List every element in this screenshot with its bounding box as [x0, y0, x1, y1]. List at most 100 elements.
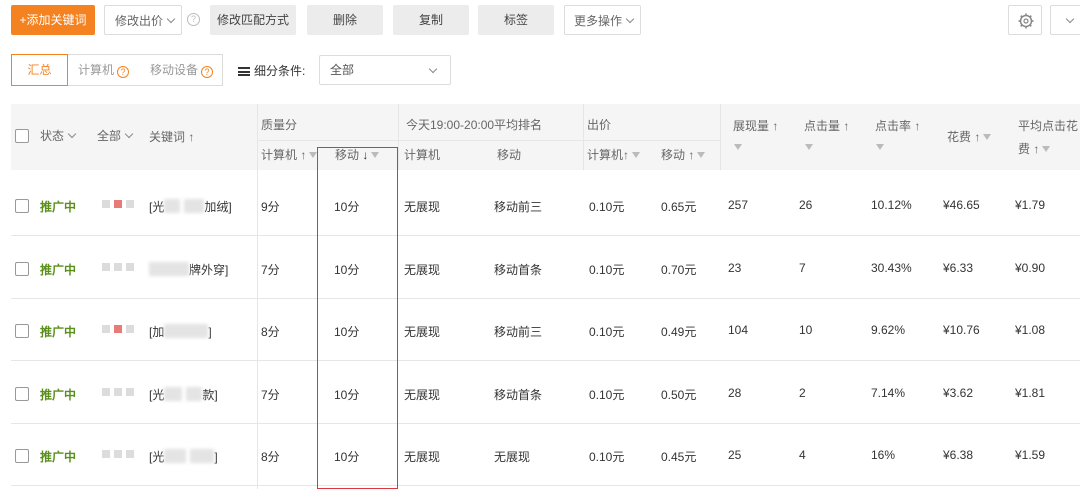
filter-icon[interactable]	[697, 152, 706, 158]
clicks-cell: 10	[799, 323, 813, 337]
more-actions-dropdown[interactable]: 更多操作	[564, 5, 641, 35]
delete-button[interactable]: 删除	[307, 5, 383, 35]
status-badge[interactable]: 推广中	[40, 448, 76, 465]
bid-pc-cell[interactable]: 0.10元	[589, 386, 624, 403]
status-column-header[interactable]: 状态	[40, 127, 77, 144]
tab-summary[interactable]: 汇总	[11, 54, 68, 86]
segment-select-value: 全部	[330, 63, 355, 77]
avg-cpc-cell: ¥0.90	[1015, 261, 1046, 275]
bid-mobile-cell[interactable]: 0.50元	[661, 386, 696, 403]
expand-dropdown[interactable]	[1050, 5, 1080, 35]
bid-mobile-cell[interactable]: 0.70元	[661, 261, 696, 278]
gear-icon	[1018, 13, 1034, 29]
filter-icon[interactable]	[805, 140, 813, 154]
row-checkbox[interactable]	[15, 449, 29, 463]
keyword-cell[interactable]: [光 加绒]	[149, 198, 232, 215]
bid-pc-cell[interactable]: 0.10元	[589, 261, 624, 278]
bid-pc-cell[interactable]: 0.10元	[589, 323, 624, 340]
filter-icon[interactable]	[734, 140, 742, 154]
modify-bid-dropdown[interactable]: 修改出价	[104, 5, 182, 35]
avg-cpc-header-line2[interactable]: 费 ↑	[1018, 140, 1051, 157]
impressions-header[interactable]: 展现量 ↑	[733, 117, 778, 134]
tag-square-icon[interactable]	[114, 325, 122, 333]
keyword-cell[interactable]: 牌外穿]	[149, 261, 228, 278]
avg-cpc-cell: ¥1.81	[1015, 386, 1046, 400]
bid-mobile-cell[interactable]: 0.45元	[661, 448, 696, 465]
sort-up-icon: ↑	[688, 148, 695, 162]
keyword-cell[interactable]: [光]	[149, 448, 218, 465]
row-divider	[11, 485, 1080, 486]
status-badge[interactable]: 推广中	[40, 386, 76, 403]
rank-pc-cell: 无展现	[404, 263, 441, 277]
tag-square-icon[interactable]	[102, 450, 110, 458]
help-icon[interactable]: ?	[117, 66, 130, 78]
add-keyword-button[interactable]: +添加关键词	[11, 5, 95, 35]
filter-icon[interactable]	[632, 152, 641, 158]
cost-header[interactable]: 花费 ↑	[947, 128, 992, 145]
keyword-suffix: 款]	[202, 388, 218, 402]
quality-mobile-label: 移动	[335, 148, 360, 162]
status-badge[interactable]: 推广中	[40, 323, 76, 340]
tab-computer[interactable]: 计算机?	[78, 55, 130, 85]
tag-square-icon[interactable]	[114, 450, 122, 458]
quality-mobile-cell: 10分	[334, 200, 360, 214]
rank-mobile-cell: 移动前三	[494, 200, 543, 214]
row-checkbox[interactable]	[15, 387, 29, 401]
tag-square-icon[interactable]	[126, 450, 134, 458]
keyword-cell[interactable]: [加]	[149, 323, 212, 340]
select-all-checkbox[interactable]	[15, 129, 29, 143]
clicks-header[interactable]: 点击量 ↑	[804, 117, 849, 134]
bid-mobile-cell[interactable]: 0.65元	[661, 198, 696, 215]
tag-square-icon[interactable]	[114, 200, 122, 208]
tag-square-icon[interactable]	[126, 325, 134, 333]
bid-pc-cell[interactable]: 0.10元	[589, 448, 624, 465]
segment-select[interactable]: 全部	[319, 55, 451, 85]
tag-square-icon[interactable]	[114, 388, 122, 396]
filter-icon[interactable]	[876, 140, 884, 154]
redacted-text	[164, 324, 209, 338]
help-icon[interactable]: ?	[201, 66, 214, 78]
settings-button[interactable]	[1008, 5, 1042, 35]
quality-mobile-header[interactable]: 移动 ↓	[335, 146, 380, 163]
avg-cpc-cell: ¥1.08	[1015, 323, 1046, 337]
tab-mobile[interactable]: 移动设备?	[150, 55, 214, 85]
tag-square-icon[interactable]	[102, 200, 110, 208]
ctr-header[interactable]: 点击率 ↑	[875, 117, 920, 134]
filter-icon[interactable]	[371, 152, 380, 158]
tag-button[interactable]: 标签	[478, 5, 554, 35]
tag-square-icon[interactable]	[114, 263, 122, 271]
row-checkbox[interactable]	[15, 262, 29, 276]
filter-icon[interactable]	[1042, 146, 1051, 152]
tag-square-icon[interactable]	[102, 388, 110, 396]
avg-cpc-header[interactable]: 平均点击花	[1018, 117, 1078, 134]
keyword-column-header[interactable]: 关键词 ↑	[149, 128, 194, 145]
status-badge[interactable]: 推广中	[40, 261, 76, 278]
modify-match-button[interactable]: 修改匹配方式	[210, 5, 296, 35]
keyword-cell[interactable]: [光 款]	[149, 386, 218, 403]
bid-pc-header[interactable]: 计算机↑	[587, 146, 641, 163]
bid-mobile-header[interactable]: 移动 ↑	[661, 146, 706, 163]
filter-icon[interactable]	[309, 152, 318, 158]
tag-square-icon[interactable]	[102, 263, 110, 271]
copy-button[interactable]: 复制	[393, 5, 469, 35]
avg-cpc-cell: ¥1.79	[1015, 198, 1046, 212]
row-checkbox[interactable]	[15, 324, 29, 338]
chevron-down-icon	[1065, 14, 1075, 24]
filter-icon[interactable]	[983, 134, 992, 140]
column-divider	[720, 104, 721, 170]
status-badge[interactable]: 推广中	[40, 198, 76, 215]
tag-square-icon[interactable]	[102, 325, 110, 333]
bid-mobile-cell[interactable]: 0.49元	[661, 323, 696, 340]
help-icon[interactable]: ?	[187, 13, 200, 26]
tag-square-icon[interactable]	[126, 388, 134, 396]
bid-pc-cell[interactable]: 0.10元	[589, 198, 624, 215]
quality-pc-cell: 8分	[261, 325, 280, 339]
impressions-cell: 257	[728, 198, 749, 212]
quality-pc-cell: 8分	[261, 450, 280, 464]
all-filter-header[interactable]: 全部	[97, 127, 134, 144]
column-divider	[398, 104, 399, 170]
row-checkbox[interactable]	[15, 199, 29, 213]
quality-pc-header[interactable]: 计算机 ↑	[261, 146, 318, 163]
tag-square-icon[interactable]	[126, 263, 134, 271]
tag-square-icon[interactable]	[126, 200, 134, 208]
